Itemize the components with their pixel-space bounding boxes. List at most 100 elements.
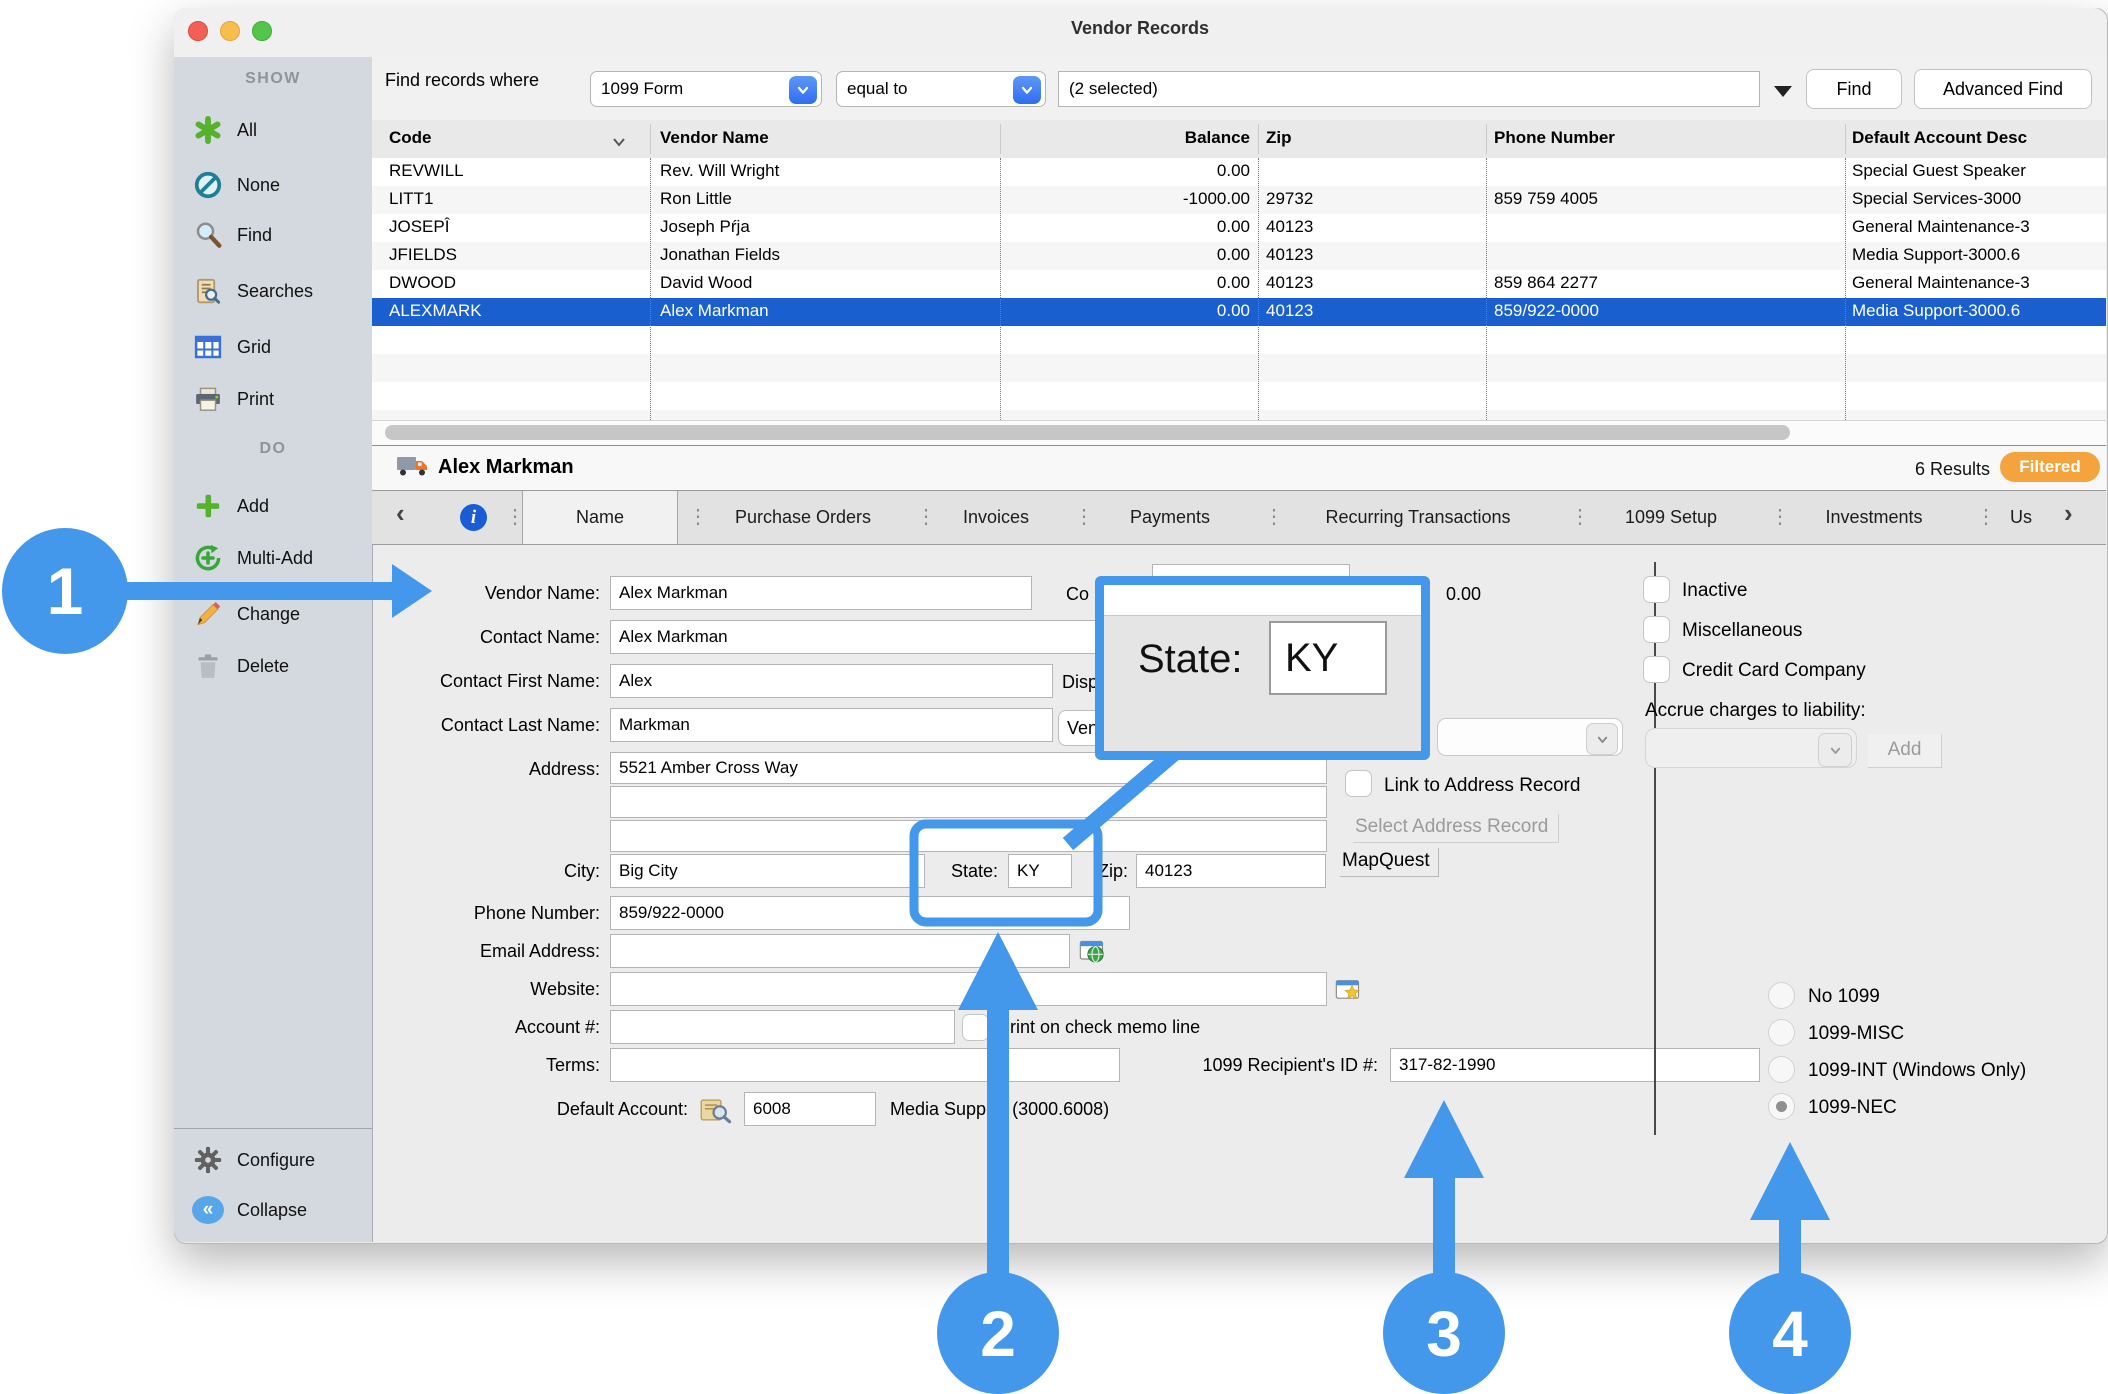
- city-label: City:: [380, 854, 600, 888]
- terms-field[interactable]: [610, 1048, 1120, 1082]
- chevron-down-icon[interactable]: [789, 76, 817, 104]
- record-header: [372, 445, 2106, 491]
- credit-card-company-checkbox[interactable]: [1643, 656, 1670, 683]
- callout-number-2: 2: [980, 1298, 1016, 1370]
- tab-invoices[interactable]: Invoices: [930, 491, 1062, 544]
- none-circle-slash-icon: [192, 170, 224, 200]
- chevron-down-icon[interactable]: [1586, 723, 1618, 755]
- sidebar-item-searches[interactable]: Searches: [182, 269, 370, 313]
- contact-first-name-field[interactable]: Alex: [610, 664, 1053, 698]
- info-icon[interactable]: i: [460, 504, 487, 531]
- accrue-add-button[interactable]: Add: [1868, 734, 1942, 768]
- sidebar-item-delete[interactable]: Delete: [182, 644, 370, 688]
- sidebar-item-all[interactable]: All: [182, 108, 370, 152]
- address-line3-field[interactable]: [610, 820, 1327, 852]
- radio-1099-int[interactable]: [1768, 1056, 1795, 1083]
- website-field[interactable]: [610, 972, 1327, 1006]
- sidebar-item-collapse[interactable]: « Collapse: [182, 1188, 370, 1232]
- sidebar-item-change[interactable]: Change: [182, 592, 370, 636]
- col-header-default-account[interactable]: Default Account Desc: [1852, 128, 2027, 148]
- scrollbar-thumb[interactable]: [385, 425, 1790, 440]
- tab-name[interactable]: Name: [522, 491, 678, 544]
- radio-no-1099[interactable]: [1768, 982, 1795, 1009]
- send-email-icon[interactable]: [1078, 938, 1106, 971]
- sidebar-item-add[interactable]: Add: [182, 484, 370, 528]
- address-line2-field[interactable]: [610, 786, 1327, 818]
- callout-top-strip: [1104, 585, 1421, 616]
- default-account-code-field[interactable]: 6008: [744, 1092, 876, 1126]
- contact-name-field[interactable]: Alex Markman: [610, 620, 1132, 654]
- radio-1099-int-label: 1099-INT (Windows Only): [1808, 1060, 2026, 1082]
- link-address-label: Link to Address Record: [1384, 775, 1580, 797]
- col-header-vendor-name[interactable]: Vendor Name: [660, 128, 769, 148]
- tab-purchase-orders[interactable]: Purchase Orders: [702, 491, 904, 544]
- account-number-field[interactable]: [610, 1010, 955, 1044]
- col-header-balance[interactable]: Balance: [1050, 128, 1250, 148]
- miscellaneous-checkbox[interactable]: [1643, 616, 1670, 643]
- vendor-type-button-fragment[interactable]: Vend: [1058, 710, 1098, 746]
- callout-state-value: KY: [1269, 621, 1387, 695]
- radio-1099-nec-selected[interactable]: [1768, 1093, 1795, 1120]
- sidebar-item-none[interactable]: None: [182, 163, 370, 207]
- select-address-record-button[interactable]: Select Address Record: [1353, 814, 1559, 843]
- contact-last-name-field[interactable]: Markman: [610, 708, 1053, 742]
- inactive-checkbox[interactable]: [1643, 576, 1670, 603]
- link-address-checkbox[interactable]: [1345, 770, 1372, 797]
- phone-field[interactable]: 859/922-0000: [610, 896, 1130, 930]
- liability-account-select[interactable]: [1645, 728, 1857, 768]
- print-on-check-checkbox[interactable]: [962, 1014, 989, 1041]
- website-label: Website:: [380, 972, 600, 1006]
- filtered-badge[interactable]: Filtered: [2000, 452, 2100, 482]
- tab-investments[interactable]: Investments: [1784, 491, 1964, 544]
- chevron-down-icon[interactable]: [1013, 76, 1041, 104]
- tab-payments[interactable]: Payments: [1088, 491, 1252, 544]
- truck-icon: [396, 453, 430, 484]
- callout-circle-4: [1729, 1272, 1851, 1394]
- sidebar-item-multi-add[interactable]: Multi-Add: [182, 536, 370, 580]
- advanced-find-button[interactable]: Advanced Find: [1914, 69, 2092, 109]
- tab-1099-setup[interactable]: 1099 Setup: [1584, 491, 1758, 544]
- vendor-name-field[interactable]: Alex Markman: [610, 576, 1032, 610]
- recipient-id-field[interactable]: 317-82-1990: [1390, 1048, 1760, 1082]
- sidebar-item-configure[interactable]: Configure: [182, 1138, 370, 1182]
- sort-chevron-icon[interactable]: [612, 132, 626, 152]
- callout-circle-3: [1383, 1272, 1505, 1394]
- sidebar-item-find[interactable]: Find: [182, 213, 370, 257]
- col-header-code[interactable]: Code: [389, 128, 432, 148]
- accrue-liability-label: Accrue charges to liability:: [1645, 700, 1866, 722]
- magnifier-icon: [192, 220, 224, 250]
- find-field-select[interactable]: 1099 Form: [590, 71, 822, 107]
- contact-first-name-label: Contact First Name:: [360, 664, 600, 698]
- find-value-input[interactable]: (2 selected): [1058, 71, 1760, 107]
- sidebar-item-print[interactable]: Print: [182, 377, 370, 421]
- default-account-description: Media Support (3000.6008): [890, 1099, 1109, 1120]
- zip-field[interactable]: 40123: [1136, 854, 1326, 888]
- state-field[interactable]: KY: [1008, 854, 1072, 888]
- radio-1099-misc[interactable]: [1768, 1019, 1795, 1046]
- sidebar-do-header: DO: [174, 440, 372, 458]
- mapquest-button[interactable]: MapQuest: [1340, 848, 1439, 877]
- radio-selected-dot: [1776, 1101, 1787, 1112]
- tab-recurring-transactions[interactable]: Recurring Transactions: [1278, 491, 1558, 544]
- tabs-scroll-left-icon[interactable]: ‹: [396, 498, 405, 529]
- tab-users-truncated[interactable]: Us: [1990, 491, 2052, 544]
- record-title: Alex Markman: [438, 456, 574, 479]
- chevron-down-icon[interactable]: [1818, 733, 1852, 767]
- find-button[interactable]: Find: [1806, 69, 1902, 109]
- find-operator-select[interactable]: equal to: [836, 71, 1046, 107]
- filter-menu-caret-icon[interactable]: [1774, 86, 1792, 97]
- email-field[interactable]: [610, 934, 1070, 968]
- vendor-type-select[interactable]: [1437, 718, 1623, 756]
- city-field[interactable]: Big City: [610, 854, 925, 888]
- tabs-scroll-right-icon[interactable]: ›: [2064, 498, 2073, 529]
- col-header-zip[interactable]: Zip: [1266, 128, 1292, 148]
- table-header: Code Vendor Name Balance Zip Phone Numbe…: [372, 120, 2106, 159]
- open-website-icon[interactable]: [1334, 976, 1362, 1009]
- sidebar-footer-divider: [174, 1128, 372, 1129]
- radio-no-1099-label: No 1099: [1808, 986, 1880, 1008]
- sidebar-item-grid[interactable]: Grid: [182, 325, 370, 369]
- asterisk-icon: [192, 115, 224, 145]
- col-header-phone[interactable]: Phone Number: [1494, 128, 1615, 148]
- account-lookup-icon[interactable]: [700, 1096, 732, 1129]
- pencil-icon: [192, 599, 224, 629]
